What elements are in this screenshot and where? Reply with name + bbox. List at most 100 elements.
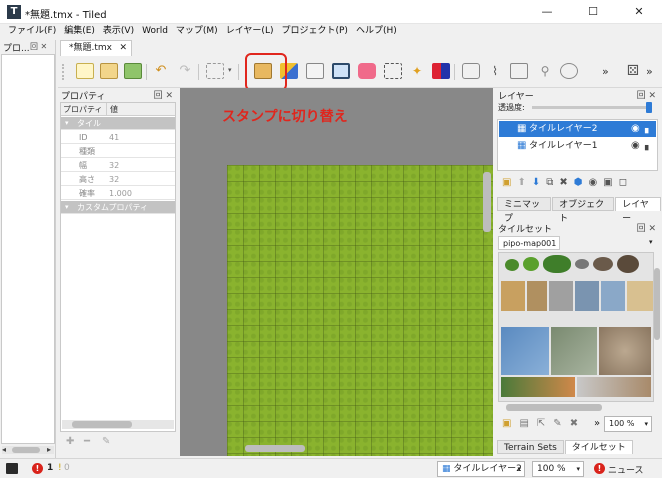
tile-stone-wall[interactable] [549, 281, 573, 311]
save-icon[interactable] [124, 63, 142, 79]
select-same-tile-icon[interactable] [432, 63, 450, 79]
tile-bush[interactable] [523, 257, 539, 271]
warning-icon[interactable]: ! [58, 463, 62, 473]
redo-icon[interactable]: ↷ [176, 63, 194, 79]
layers-dock-controls[interactable]: 回 ✕ [637, 88, 656, 101]
tile-water[interactable] [575, 281, 599, 311]
rename-property-icon[interactable]: ✎ [102, 436, 110, 447]
layer-select[interactable]: ▦ タイルレイヤー2 ▾ [437, 461, 525, 477]
warning-count[interactable]: 0 [64, 463, 70, 473]
new-tileset-icon[interactable]: ▣ [502, 418, 511, 429]
menu-world[interactable]: World [138, 24, 172, 39]
random-mode-icon[interactable]: ⚄ [624, 63, 642, 79]
lock-icon[interactable]: ▖ [645, 138, 652, 154]
tile-whirlpool[interactable] [601, 281, 625, 311]
delete-tileset-icon[interactable]: ✖ [570, 418, 578, 429]
close-window-button[interactable]: ✕ [616, 0, 662, 24]
eye-icon[interactable]: ◉ [631, 138, 640, 154]
section-custom-properties[interactable]: ▾ カスタムプロパティ [61, 201, 175, 214]
project-tree[interactable] [1, 54, 55, 444]
property-row[interactable]: 高さ 32 [61, 173, 175, 186]
tileset-zoom-select[interactable]: 100 % ▾ [604, 416, 652, 432]
chevron-down-icon[interactable]: ▾ [228, 66, 232, 74]
tab-tilesets[interactable]: タイルセット [564, 440, 633, 454]
tileset-vscroll-thumb[interactable] [654, 268, 660, 340]
tileset-view[interactable] [498, 252, 654, 402]
menu-layer[interactable]: レイヤー(L) [222, 24, 278, 39]
lock-icon[interactable]: ▖ [645, 121, 652, 137]
properties-dock-controls[interactable]: 回 ✕ [154, 88, 173, 101]
tile-map[interactable] [227, 165, 493, 456]
embed-tileset-icon[interactable]: ▤ [519, 418, 528, 429]
tileset-hscroll-thumb[interactable] [506, 404, 602, 411]
property-row[interactable]: 種類 [61, 145, 175, 158]
tileset-tab[interactable]: pipo-map001 [498, 236, 560, 250]
add-property-icon[interactable]: ✚ [66, 436, 74, 447]
menu-file[interactable]: ファイル(F) [4, 24, 60, 39]
highlight-layer-icon[interactable]: ◻ [619, 177, 627, 191]
menu-help[interactable]: ヘルプ(H) [352, 24, 401, 39]
tile-mountain[interactable] [501, 327, 549, 375]
menu-edit[interactable]: 編集(E) [60, 24, 99, 39]
eye-icon[interactable]: ◉ [631, 121, 640, 137]
insert-rectangle-icon[interactable] [510, 63, 528, 79]
minimize-button[interactable]: — [524, 0, 570, 24]
tile-castle[interactable] [577, 377, 651, 397]
tab-layers[interactable]: レイヤー [615, 197, 661, 224]
property-row[interactable]: 確率 1.000 [61, 187, 175, 200]
console-icon[interactable] [6, 463, 18, 474]
open-file-icon[interactable] [100, 63, 118, 79]
layer-row[interactable]: ▦ タイルレイヤー1 ◉ ▖ [499, 138, 656, 154]
project-hscroll-thumb[interactable] [12, 447, 40, 453]
chevron-down-icon[interactable]: ▾ [649, 238, 653, 246]
error-count[interactable]: 1 [47, 463, 53, 473]
new-map-icon[interactable] [76, 63, 94, 79]
export-tileset-icon[interactable]: ⇱ [537, 418, 545, 429]
delete-layer-icon[interactable]: ✖ [559, 177, 567, 191]
tileset-dock-controls[interactable]: 回 ✕ [637, 221, 656, 234]
tile-bush[interactable] [505, 259, 519, 271]
tab-objects[interactable]: オブジェクト [552, 197, 615, 224]
document-tab-close-icon[interactable]: ✕ [119, 41, 127, 56]
canvas-hscroll-thumb[interactable] [245, 445, 305, 452]
news-alert-icon[interactable]: ! [594, 463, 605, 474]
section-tile[interactable]: ▾ タイル [61, 117, 175, 130]
tile-hill[interactable] [599, 327, 651, 375]
properties-hscroll[interactable] [62, 420, 174, 429]
tab-terrain-sets[interactable]: Terrain Sets [497, 440, 564, 454]
properties-hscroll-thumb[interactable] [72, 421, 132, 428]
menu-view[interactable]: 表示(V) [99, 24, 138, 39]
collapse-icon[interactable]: ▾ [65, 201, 69, 214]
project-dock-controls[interactable]: 回 ✕ [30, 41, 47, 52]
raise-layer-icon[interactable]: ⬆ [517, 177, 525, 191]
tile-tree[interactable] [543, 255, 571, 273]
document-tab[interactable]: *無題.tmx ✕ [60, 40, 132, 56]
layer-row-selected[interactable]: ▦ タイルレイヤー2 ◉ ▖ [499, 121, 656, 137]
rect-select-icon[interactable] [384, 63, 402, 79]
menu-map[interactable]: マップ(M) [172, 24, 222, 39]
collapse-icon[interactable]: ▾ [65, 117, 69, 130]
toolbar-overflow-icon[interactable]: » [602, 65, 609, 78]
tile-wood[interactable] [501, 281, 525, 311]
property-row[interactable]: ID 41 [61, 131, 175, 144]
new-layer-icon[interactable]: ▣ [502, 177, 511, 191]
shape-fill-icon[interactable] [332, 63, 350, 79]
lock-layer-icon[interactable]: ▣ [603, 177, 612, 191]
tile-rock[interactable] [617, 255, 639, 273]
tile-mountain[interactable] [551, 327, 597, 375]
menu-project[interactable]: プロジェクト(P) [277, 24, 351, 39]
undo-icon[interactable]: ↶ [152, 63, 170, 79]
magic-wand-icon[interactable]: ✦ [408, 63, 426, 79]
news-label[interactable]: ニュース [608, 463, 644, 476]
maximize-button[interactable]: ☐ [570, 0, 616, 24]
insert-point-icon[interactable]: ⚲ [536, 63, 554, 79]
edit-polygons-icon[interactable]: ⌇ [486, 63, 504, 79]
tile-rock[interactable] [593, 257, 613, 271]
tab-minimap[interactable]: ミニマップ [497, 197, 552, 224]
scroll-left-icon[interactable]: ◂ [2, 445, 6, 454]
tile-stairs[interactable] [527, 281, 547, 311]
eraser-icon[interactable] [358, 63, 376, 79]
command-icon[interactable] [206, 63, 224, 79]
tile-town[interactable] [501, 377, 575, 397]
property-row[interactable]: 幅 32 [61, 159, 175, 172]
